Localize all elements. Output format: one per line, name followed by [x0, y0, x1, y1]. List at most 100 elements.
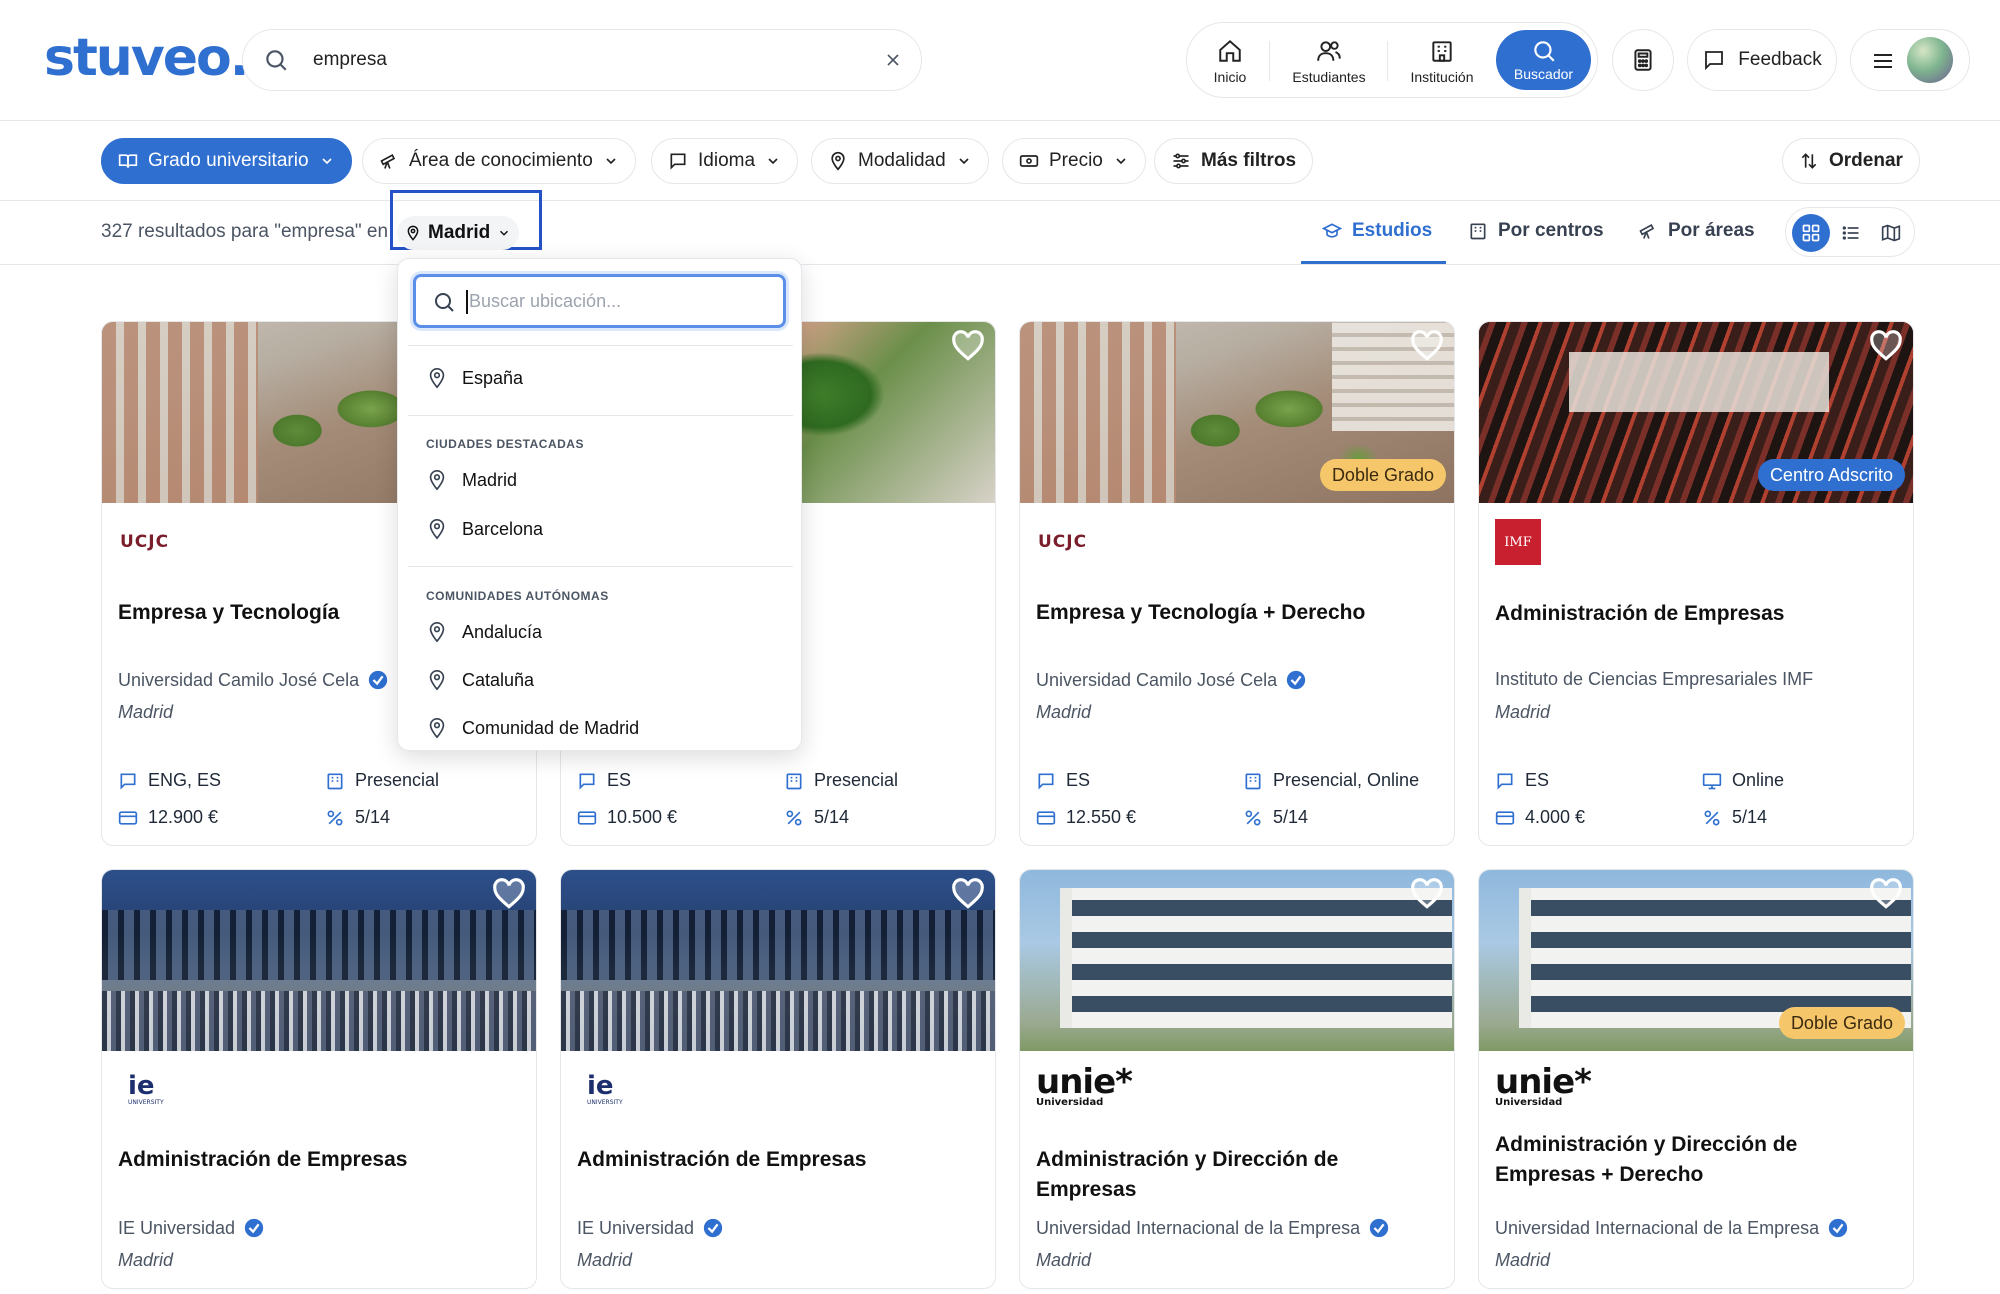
university-logo: UCJC — [120, 532, 170, 552]
card-university-name: Universidad Internacional de la Empresa — [1036, 1217, 1361, 1238]
location-option-barcelona[interactable]: Barcelona — [426, 518, 543, 540]
location-option-madrid[interactable]: Madrid — [426, 469, 517, 491]
building-icon — [325, 771, 345, 791]
card-title[interactable]: Administración y Dirección de Empresas — [1036, 1145, 1438, 1205]
favorite-heart-icon[interactable] — [1869, 878, 1903, 910]
grid-view-button[interactable] — [1792, 214, 1830, 252]
feedback-label: Feedback — [1738, 49, 1822, 70]
favorite-heart-icon[interactable] — [1869, 330, 1903, 362]
location-option-label: España — [462, 367, 524, 388]
card-city: Madrid — [1036, 702, 1092, 722]
tab-por-areas[interactable]: Por áreas — [1638, 220, 1755, 242]
card-modality: Presencial — [784, 770, 898, 791]
building-icon — [1468, 221, 1488, 241]
location-option-comunidad-madrid[interactable]: Comunidad de Madrid — [426, 717, 639, 739]
university-logo: IMF — [1495, 517, 1541, 567]
double-degree-badge: Doble Grado — [1319, 459, 1446, 491]
favorite-heart-icon[interactable] — [1410, 330, 1444, 362]
nav-estudiantes[interactable]: Estudiantes — [1273, 23, 1385, 99]
calculator-button[interactable] — [1612, 29, 1674, 91]
percent-icon — [1702, 808, 1722, 828]
verified-icon — [243, 1217, 265, 1239]
telescope-icon — [379, 151, 399, 171]
university-logo: unie* Universidad — [1495, 1062, 1592, 1108]
location-selector[interactable]: Madrid — [397, 216, 520, 250]
filter-idioma[interactable]: Idioma — [651, 138, 799, 184]
map-icon — [1881, 223, 1901, 243]
divider — [408, 566, 793, 567]
building-icon — [1243, 771, 1263, 791]
card-university-name: IE Universidad — [118, 1217, 236, 1238]
card-university-name: Universidad Camilo José Cela — [1036, 669, 1278, 690]
study-card[interactable]: Doble Grado UCJC Empresa y Tecnología + … — [1019, 321, 1455, 846]
card-city: Madrid — [118, 702, 174, 722]
home-icon — [1217, 38, 1243, 66]
location-option-cataluna[interactable]: Cataluña — [426, 669, 534, 691]
location-search-field[interactable]: Buscar ubicación... — [413, 274, 786, 328]
affiliated-center-badge: Centro Adscrito — [1757, 459, 1905, 491]
book-icon — [118, 151, 138, 171]
user-menu-button[interactable] — [1850, 29, 1970, 91]
list-view-button[interactable] — [1832, 214, 1870, 252]
card-title[interactable]: Administración de Empresas — [577, 1145, 979, 1175]
study-card[interactable]: Centro Adscrito IMF Administración de Em… — [1478, 321, 1914, 846]
sort-button[interactable]: Ordenar — [1782, 138, 1920, 184]
filter-precio[interactable]: Precio — [1002, 138, 1146, 184]
location-option-label: Cataluña — [462, 669, 535, 690]
location-option-espana[interactable]: España — [426, 367, 523, 389]
avatar[interactable] — [1907, 37, 1953, 83]
search-input[interactable]: empresa — [313, 49, 387, 71]
filter-area[interactable]: Área de conocimiento — [362, 138, 636, 184]
study-card[interactable]: unie* Universidad Administración y Direcc… — [1019, 869, 1455, 1289]
filter-mas[interactable]: Más filtros — [1154, 138, 1314, 184]
feedback-button[interactable]: Feedback — [1687, 29, 1837, 91]
verified-icon — [367, 669, 389, 691]
message-icon — [1036, 771, 1056, 791]
filter-grado[interactable]: Grado universitario — [101, 138, 352, 184]
location-option-label: Barcelona — [462, 518, 544, 539]
tab-estudios[interactable]: Estudios — [1322, 220, 1432, 242]
top-header: stuveo. empresa Inicio Estudiantes Insti… — [0, 0, 2000, 121]
verified-icon — [1285, 669, 1307, 691]
favorite-heart-icon[interactable] — [1410, 878, 1444, 910]
filter-modalidad[interactable]: Modalidad — [811, 138, 989, 184]
nav-estudiantes-label: Estudiantes — [1292, 68, 1366, 85]
study-card[interactable]: ie UNIVERSITY Administración de Empresas … — [101, 869, 537, 1289]
location-option-andalucia[interactable]: Andalucía — [426, 621, 542, 643]
card-languages: ES — [1036, 770, 1090, 791]
card-university: Universidad Internacional de la Empresa — [1495, 1217, 1897, 1239]
search-icon — [1531, 38, 1557, 64]
search-bar[interactable]: empresa — [242, 29, 922, 91]
card-title[interactable]: Administración y Dirección de Empresas +… — [1495, 1130, 1897, 1190]
card-university-name: Universidad Internacional de la Empresa — [1495, 1217, 1820, 1238]
card-image — [561, 870, 995, 1051]
favorite-heart-icon[interactable] — [951, 878, 985, 910]
card-university: IE Universidad — [577, 1217, 979, 1239]
credit-card-icon — [1036, 808, 1056, 828]
card-languages: ENG, ES — [118, 770, 221, 791]
filter-precio-label: Precio — [1049, 150, 1103, 171]
card-title[interactable]: Administración de Empresas — [118, 1145, 520, 1175]
tab-por-centros[interactable]: Por centros — [1468, 220, 1604, 242]
study-card[interactable]: ie UNIVERSITY Administración de Empresas … — [560, 869, 996, 1289]
users-icon — [1316, 38, 1342, 66]
study-card[interactable]: Doble Grado unie* Universidad Administrac… — [1478, 869, 1914, 1289]
nav-buscador[interactable]: Buscador — [1496, 30, 1591, 90]
card-title[interactable]: Empresa y Tecnología + Derecho — [1036, 598, 1438, 628]
card-languages: ES — [577, 770, 631, 791]
percent-icon — [325, 808, 345, 828]
favorite-heart-icon[interactable] — [492, 878, 526, 910]
card-grade: 5/14 — [1702, 807, 1767, 828]
stuveo-logo[interactable]: stuveo. — [44, 28, 249, 88]
nav-inicio[interactable]: Inicio — [1195, 23, 1265, 99]
nav-institucion[interactable]: Institución — [1391, 23, 1493, 99]
card-title[interactable]: Administración de Empresas — [1495, 599, 1897, 629]
divider — [408, 415, 793, 416]
map-view-button[interactable] — [1872, 214, 1910, 252]
location-pin-icon — [828, 151, 848, 171]
favorite-heart-icon[interactable] — [951, 330, 985, 362]
sort-icon — [1799, 151, 1819, 171]
filter-modalidad-label: Modalidad — [858, 150, 946, 171]
location-pin-icon — [426, 518, 448, 540]
clear-search-icon[interactable] — [883, 50, 903, 70]
